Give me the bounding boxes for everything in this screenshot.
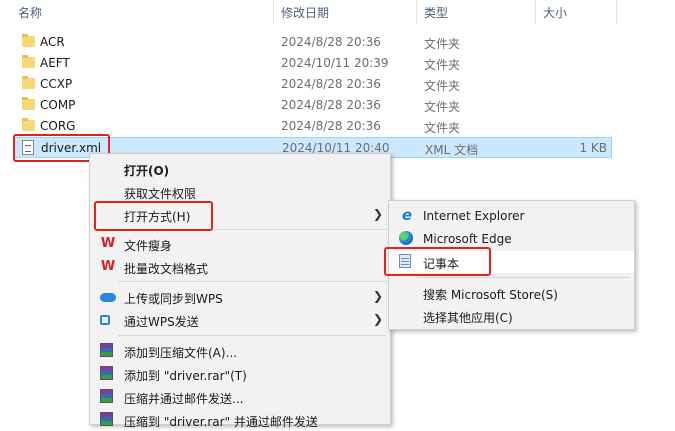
file-date: 2024/10/11 20:39 (281, 56, 389, 70)
menu-wps-upload-label: 上传或同步到WPS (124, 292, 223, 306)
column-size[interactable]: 大小 (543, 4, 567, 21)
file-date: 2024/8/28 20:36 (281, 98, 381, 112)
menu-wps-send-label: 通过WPS发送 (124, 315, 199, 329)
file-name: AEFT (40, 56, 70, 70)
file-name: CCXP (40, 77, 73, 91)
file-type: 文件夹 (424, 121, 461, 135)
chevron-right-icon: ❯ (373, 312, 384, 326)
sort-chevron-icon: ^ (139, 0, 148, 7)
wps-icon: W (100, 236, 116, 251)
menu-rar-named-email[interactable]: 压缩到 "driver.rar" 并通过邮件发送 (90, 409, 390, 431)
edge-icon (399, 231, 413, 245)
file-row-ccxp[interactable]: CCXP 2024/8/28 20:36 文件夹 (14, 74, 612, 95)
cloud-icon (100, 293, 116, 302)
file-date: 2024/8/28 20:36 (281, 77, 381, 91)
file-row-aeft[interactable]: AEFT 2024/10/11 20:39 文件夹 (14, 53, 612, 74)
chevron-right-icon: ❯ (373, 289, 384, 303)
menu-rar-add-named-label: 添加到 "driver.rar"(T) (124, 369, 247, 383)
menu-rar-email[interactable]: 压缩并通过邮件发送... (90, 386, 390, 408)
file-type: 文件夹 (424, 58, 461, 72)
menu-wps-send[interactable]: 通过WPS发送 ❯ (90, 309, 390, 331)
menu-rar-named-email-label: 压缩到 "driver.rar" 并通过邮件发送 (124, 415, 318, 429)
file-date: 2024/8/28 20:36 (281, 35, 381, 49)
file-name: ACR (40, 35, 65, 49)
column-divider[interactable] (416, 0, 417, 24)
folder-icon (22, 76, 35, 89)
winrar-icon (100, 389, 113, 403)
column-divider[interactable] (273, 0, 274, 24)
menu-rar-email-label: 压缩并通过邮件发送... (124, 392, 244, 406)
menu-divider (118, 335, 386, 336)
file-date: 2024/8/28 20:36 (281, 119, 381, 133)
column-divider[interactable] (535, 0, 536, 24)
folder-icon (22, 97, 35, 110)
menu-take-ownership-label: 获取文件权限 (124, 187, 197, 201)
submenu-store-label: 搜索 Microsoft Store(S) (423, 288, 558, 302)
menu-divider (118, 281, 386, 282)
winrar-icon (100, 343, 113, 357)
file-type: 文件夹 (424, 79, 461, 93)
submenu-edge-label: Microsoft Edge (423, 232, 512, 246)
column-header: 名称 ^ 修改日期 类型 大小 (0, 0, 675, 26)
submenu-ie-label: Internet Explorer (423, 209, 525, 223)
column-divider[interactable] (616, 0, 617, 24)
menu-wps-slim[interactable]: W 文件瘦身 (90, 233, 390, 255)
menu-open-label: 打开(O) (124, 164, 170, 178)
share-icon (100, 315, 110, 325)
file-size: 1 KB (579, 141, 607, 155)
wps-icon: W (100, 259, 116, 274)
submenu-store[interactable]: 搜索 Microsoft Store(S) (389, 282, 634, 304)
file-row-comp[interactable]: COMP 2024/8/28 20:36 文件夹 (14, 95, 612, 116)
submenu-other-app[interactable]: 选择其他应用(C) (389, 305, 634, 327)
highlight-notepad (384, 247, 491, 276)
menu-divider (417, 277, 630, 278)
file-type: XML 文档 (425, 143, 479, 157)
menu-open[interactable]: 打开(O) (90, 158, 390, 180)
column-name[interactable]: 名称 (18, 4, 42, 21)
menu-rar-add-named[interactable]: 添加到 "driver.rar"(T) (90, 363, 390, 385)
folder-icon (22, 34, 35, 47)
file-type: 文件夹 (424, 37, 461, 51)
chevron-right-icon: ❯ (373, 207, 384, 221)
internet-explorer-icon: e (401, 206, 413, 224)
winrar-icon (100, 366, 113, 380)
menu-take-ownership[interactable]: 获取文件权限 (90, 181, 390, 203)
menu-wps-batch[interactable]: W 批量改文档格式 (90, 256, 390, 278)
context-menu: 打开(O) 获取文件权限 打开方式(H) ❯ W 文件瘦身 W 批量改文档格式 … (89, 153, 391, 429)
column-date[interactable]: 修改日期 (281, 4, 329, 21)
menu-wps-slim-label: 文件瘦身 (124, 239, 173, 253)
file-type: 文件夹 (424, 100, 461, 114)
menu-wps-batch-label: 批量改文档格式 (124, 262, 209, 276)
menu-rar-add[interactable]: 添加到压缩文件(A)... (90, 340, 390, 362)
file-name: CORG (40, 119, 76, 133)
file-row-acr[interactable]: ACR 2024/8/28 20:36 文件夹 (14, 32, 612, 53)
menu-rar-add-label: 添加到压缩文件(A)... (124, 346, 238, 360)
folder-icon (22, 118, 35, 131)
file-name: COMP (40, 98, 76, 112)
submenu-other-app-label: 选择其他应用(C) (423, 311, 513, 325)
highlight-open-with (94, 201, 213, 231)
column-type[interactable]: 类型 (424, 4, 448, 21)
winrar-icon (100, 412, 113, 426)
submenu-ie[interactable]: e Internet Explorer (389, 205, 634, 227)
menu-wps-upload[interactable]: 上传或同步到WPS ❯ (90, 286, 390, 308)
folder-icon (22, 55, 35, 68)
